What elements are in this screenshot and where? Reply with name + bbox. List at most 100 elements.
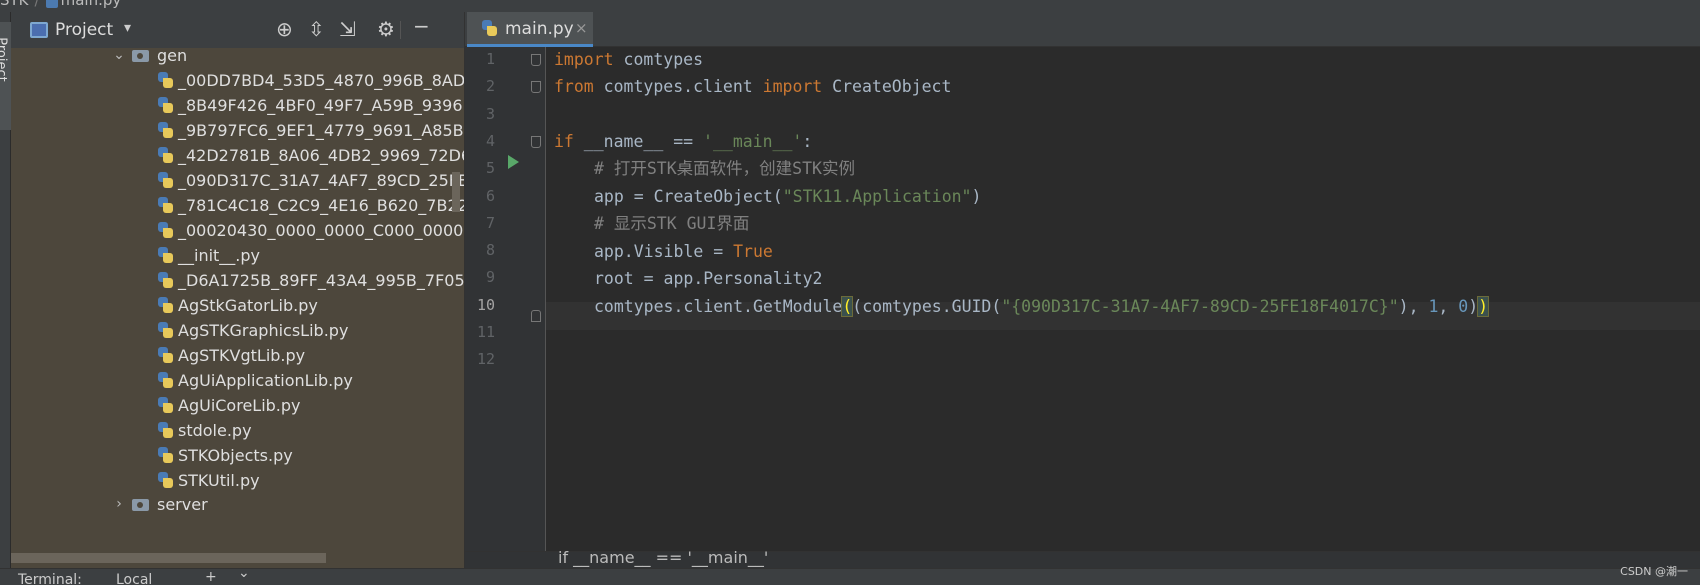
tree-file-item[interactable]: _781C4C18_C2C9_4E16_B620_7B22B bbox=[11, 192, 464, 219]
tree-file-label: _42D2781B_8A06_4DB2_9969_72D6A bbox=[178, 146, 464, 165]
chevron-down-icon[interactable]: ⌄ bbox=[238, 569, 250, 581]
tree-file-item[interactable]: AgStkGatorLib.py bbox=[11, 292, 464, 319]
line-number: 2 bbox=[485, 77, 495, 96]
terminal-label[interactable]: Terminal: bbox=[18, 572, 82, 585]
python-file-icon bbox=[157, 197, 174, 214]
tree-file-label: _D6A1725B_89FF_43A4_995B_7F0555 bbox=[178, 271, 464, 290]
matched-bracket: ( bbox=[841, 296, 854, 317]
code-line-4[interactable]: if __name__ == '__main__': bbox=[554, 128, 812, 155]
breadcrumb-project[interactable]: STK bbox=[0, 0, 29, 9]
tree-file-label: AgUiCoreLib.py bbox=[178, 396, 301, 415]
tree-file-item[interactable]: _090D317C_31A7_4AF7_89CD_25FE1 bbox=[11, 167, 464, 194]
tree-horizontal-scrollbar[interactable] bbox=[11, 553, 326, 563]
code-text: ) bbox=[1468, 297, 1479, 316]
project-side-tab-label: Project bbox=[0, 37, 9, 82]
tree-file-item[interactable]: STKUtil.py bbox=[11, 467, 464, 494]
minimize-icon[interactable]: − bbox=[413, 15, 430, 37]
chevron-right-icon[interactable]: › bbox=[112, 491, 126, 518]
number-literal: 1 bbox=[1428, 297, 1439, 316]
code-line-1[interactable]: import comtypes bbox=[554, 46, 703, 73]
tree-file-item[interactable]: AgUiCoreLib.py bbox=[11, 392, 464, 419]
tree-file-label: AgStkGatorLib.py bbox=[178, 296, 318, 315]
breadcrumb-scope[interactable]: if __name__ == '__main__' bbox=[558, 548, 768, 567]
python-file-icon bbox=[157, 322, 174, 339]
python-file-icon bbox=[157, 297, 174, 314]
python-file-icon bbox=[157, 247, 174, 264]
keyword-true: True bbox=[733, 242, 773, 261]
code-text: : bbox=[802, 132, 813, 151]
fold-icon[interactable] bbox=[531, 136, 541, 148]
project-window-icon bbox=[30, 22, 48, 38]
close-icon[interactable]: × bbox=[575, 19, 588, 37]
tree-file-label: _090D317C_31A7_4AF7_89CD_25FE1 bbox=[178, 171, 464, 190]
python-file-icon bbox=[157, 172, 174, 189]
line-number: 1 bbox=[485, 50, 495, 68]
python-file-icon bbox=[157, 97, 174, 114]
navigation-breadcrumb: STK / main.py bbox=[0, 0, 1700, 12]
add-terminal-icon[interactable]: + bbox=[205, 569, 217, 585]
tree-folder-label: server bbox=[157, 495, 208, 514]
chevron-down-icon[interactable]: ⌄ bbox=[112, 42, 126, 69]
project-view-dropdown-icon[interactable]: ▾ bbox=[124, 20, 131, 36]
python-file-icon bbox=[157, 122, 174, 139]
code-line-10[interactable]: comtypes.client.GetModule((comtypes.GUID… bbox=[594, 293, 1490, 320]
comment: # 显示STK GUI界面 bbox=[594, 214, 750, 233]
code-text: ), bbox=[1398, 297, 1429, 316]
tree-vertical-scrollbar[interactable] bbox=[452, 172, 460, 212]
code-line-8[interactable]: app.Visible = True bbox=[594, 238, 773, 265]
project-title[interactable]: Project bbox=[55, 20, 113, 40]
tree-file-item[interactable]: _00DD7BD4_53D5_4870_996B_8ADB bbox=[11, 67, 464, 94]
tree-file-item[interactable]: _42D2781B_8A06_4DB2_9969_72D6A bbox=[11, 142, 464, 169]
tab-main-py[interactable]: main.py × bbox=[467, 12, 593, 47]
header-divider bbox=[400, 21, 401, 39]
code-line-2[interactable]: from comtypes.client import CreateObject bbox=[554, 73, 951, 100]
bottom-tool-bar: Terminal: Local + ⌄ bbox=[0, 568, 1700, 585]
tree-file-item[interactable]: stdole.py bbox=[11, 417, 464, 444]
tree-folder-server[interactable]: › server bbox=[11, 491, 464, 518]
locate-icon[interactable]: ⊕ bbox=[276, 18, 293, 40]
collapse-all-icon[interactable]: ⇲ bbox=[339, 18, 356, 40]
code-line-5[interactable]: # 打开STK桌面软件，创建STK实例 bbox=[594, 155, 855, 182]
expand-all-icon[interactable]: ⇳ bbox=[308, 18, 325, 40]
tree-file-item[interactable]: _8B49F426_4BF0_49F7_A59B_93961D bbox=[11, 92, 464, 119]
tree-folder-gen[interactable]: ⌄ gen bbox=[11, 42, 464, 69]
fold-icon[interactable] bbox=[531, 81, 541, 93]
tree-file-label: STKObjects.py bbox=[178, 446, 293, 465]
line-number: 10 bbox=[476, 295, 495, 314]
tree-file-item[interactable]: STKObjects.py bbox=[11, 442, 464, 469]
code-line-9[interactable]: root = app.Personality2 bbox=[594, 265, 822, 292]
gear-icon[interactable]: ⚙ bbox=[377, 18, 395, 40]
package-folder-icon bbox=[132, 499, 149, 511]
left-tool-stripe: Project bbox=[0, 12, 11, 572]
python-file-icon bbox=[481, 20, 498, 37]
tab-local[interactable]: Local bbox=[116, 572, 152, 585]
tree-file-item[interactable]: AgUiApplicationLib.py bbox=[11, 367, 464, 394]
tree-file-label: __init__.py bbox=[178, 246, 261, 265]
code-editor: main.py × 1 2 3 4 5 6 7 8 9 10 11 12 import comtype… bbox=[464, 12, 1700, 568]
python-file-icon bbox=[157, 272, 174, 289]
tree-file-item[interactable]: _00020430_0000_0000_C000_000000 bbox=[11, 217, 464, 244]
tree-file-item[interactable]: AgSTKVgtLib.py bbox=[11, 342, 464, 369]
code-line-6[interactable]: app = CreateObject("STK11.Application") bbox=[594, 183, 981, 210]
string-literal: '__main__' bbox=[703, 132, 803, 151]
code-text: ) bbox=[971, 187, 982, 206]
code-line-7[interactable]: # 显示STK GUI界面 bbox=[594, 210, 749, 237]
number-literal: 0 bbox=[1458, 297, 1469, 316]
python-file-icon bbox=[157, 447, 174, 464]
tree-file-item[interactable]: _D6A1725B_89FF_43A4_995B_7F0555 bbox=[11, 267, 464, 294]
tree-file-label: _781C4C18_C2C9_4E16_B620_7B22B bbox=[178, 196, 464, 215]
tree-file-item[interactable]: AgSTKGraphicsLib.py bbox=[11, 317, 464, 344]
tree-file-item[interactable]: __init__.py bbox=[11, 242, 464, 269]
project-side-tab[interactable]: Project bbox=[0, 22, 11, 130]
fold-icon[interactable] bbox=[531, 54, 541, 66]
line-number: 5 bbox=[485, 159, 495, 178]
breadcrumb-file[interactable]: main.py bbox=[61, 0, 122, 9]
code-text: (comtypes.GUID( bbox=[852, 297, 1002, 316]
line-number: 4 bbox=[485, 131, 495, 150]
code-text: , bbox=[1438, 297, 1459, 316]
code-text: comtypes.client bbox=[593, 77, 763, 96]
fold-icon[interactable] bbox=[531, 310, 541, 322]
tree-file-item[interactable]: _9B797FC6_9EF1_4779_9691_A85B09 bbox=[11, 117, 464, 144]
tree-file-label: AgSTKVgtLib.py bbox=[178, 346, 306, 365]
run-icon[interactable] bbox=[508, 155, 519, 169]
